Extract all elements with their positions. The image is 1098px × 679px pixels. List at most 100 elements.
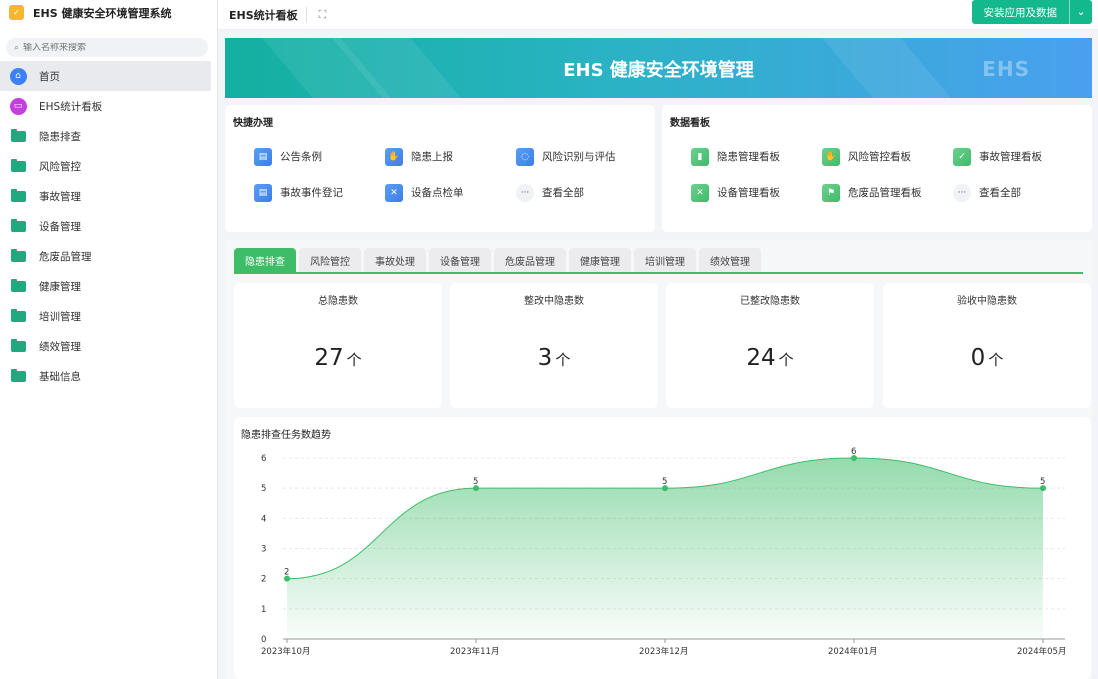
x-tick-label: 2024年05月: [1017, 646, 1066, 657]
monitor-icon: ▭: [9, 97, 27, 115]
sidebar-item-label: 隐患排查: [39, 130, 81, 143]
sidebar-item[interactable]: ▭ EHS统计看板: [0, 91, 211, 121]
folder-icon: [9, 157, 27, 175]
quick-item[interactable]: ··· 查看全部: [516, 183, 647, 202]
y-tick-label: 0: [261, 635, 266, 645]
search-box[interactable]: ⌕: [6, 38, 208, 57]
stat-value: 27: [314, 345, 344, 371]
stat-value: 3: [537, 345, 553, 371]
dashboards-item[interactable]: ✋ 风险管控看板: [822, 147, 953, 166]
stat-card: 已整改隐患数 24 个: [666, 283, 874, 408]
quick-item[interactable]: ✕ 设备点检单: [385, 183, 516, 202]
item-label: 设备管理看板: [717, 187, 780, 199]
chart-svg: 0 1 2 3 4 5 6 2 2023年10月 5 2023年11月 5 2023年12月 6 2024年…: [261, 447, 1066, 657]
install-button-group: 安装应用及数据 ⌄: [971, 0, 1092, 24]
sidebar-item-label: 危废品管理: [39, 250, 92, 263]
sidebar-item[interactable]: 基础信息: [0, 361, 211, 391]
sidebar-item[interactable]: ⌂ 首页: [0, 61, 211, 91]
tab[interactable]: 绩效管理: [699, 248, 761, 272]
dashboards-title: 数据看板: [670, 118, 710, 129]
topbar: EHS统计看板 ⛶ 安装应用及数据 ⌄: [218, 0, 1098, 30]
item-label: 查看全部: [542, 187, 584, 199]
install-button[interactable]: 安装应用及数据: [972, 0, 1070, 24]
trend-chart: 隐患排查任务数趋势 0 1 2 3 4 5 6 2 2023年10月 5 2023年11月 5 2023…: [234, 417, 1091, 679]
item-label: 公告条例: [280, 151, 322, 163]
sidebar-item-label: 风险管控: [39, 160, 81, 173]
stat-value-row: 27 个: [234, 345, 442, 371]
sidebar-item[interactable]: 隐患排查: [0, 121, 211, 151]
item-label: 风险管控看板: [848, 151, 911, 163]
banner-watermark: EHS: [982, 57, 1030, 81]
stat-unit: 个: [988, 351, 1004, 369]
tab[interactable]: 风险管控: [299, 248, 361, 272]
stat-unit: 个: [778, 351, 794, 369]
tab[interactable]: 隐患排查: [234, 248, 296, 272]
more-icon: ···: [953, 183, 971, 202]
sidebar-item[interactable]: 事故管理: [0, 181, 211, 211]
tab-bar: 隐患排查 风险管控 事故处理 设备管理 危废品管理 健康管理 培训管理 绩效管理: [234, 248, 1083, 274]
tab[interactable]: 事故处理: [364, 248, 426, 272]
tab[interactable]: 培训管理: [634, 248, 696, 272]
sidebar-item[interactable]: 危废品管理: [0, 241, 211, 271]
sidebar-item-label: 设备管理: [39, 220, 81, 233]
y-tick-label: 4: [261, 514, 266, 524]
tab[interactable]: 设备管理: [429, 248, 491, 272]
fullscreen-icon[interactable]: ⛶: [319, 8, 327, 22]
sidebar-item[interactable]: 绩效管理: [0, 331, 211, 361]
stat-label: 整改中隐患数: [524, 296, 584, 307]
tab[interactable]: 危废品管理: [494, 248, 566, 272]
quick-actions-card: 快捷办理 ▤ 公告条例 ✋ 隐患上报 ◌ 风险识别与评估 ▤ 事故事件登记 ✕ 设备点检单 ··· 查…: [225, 105, 655, 232]
folder-icon: [9, 187, 27, 205]
data-label: 5: [473, 477, 478, 487]
sidebar-item[interactable]: 培训管理: [0, 301, 211, 331]
y-tick-label: 3: [261, 545, 266, 555]
clipboard-icon: ▤: [254, 183, 272, 202]
stat-label: 验收中隐患数: [957, 296, 1017, 307]
item-label: 事故管理看板: [979, 151, 1042, 163]
flag-icon: ⚑: [822, 183, 840, 202]
sidebar-item[interactable]: 风险管控: [0, 151, 211, 181]
sidebar-item[interactable]: 健康管理: [0, 271, 211, 301]
dashboards-item[interactable]: ▮ 隐患管理看板: [691, 147, 822, 166]
stat-value-row: 3个: [450, 345, 658, 371]
item-label: 危废品管理看板: [848, 187, 922, 199]
tab[interactable]: 健康管理: [569, 248, 631, 272]
quick-item[interactable]: ◌ 风险识别与评估: [516, 147, 647, 166]
dashboards-item[interactable]: ✓ 事故管理看板: [953, 147, 1084, 166]
tools-icon: ✕: [385, 183, 403, 202]
y-tick-label: 6: [261, 454, 266, 464]
stats-panel: 隐患排查 风险管控 事故处理 设备管理 危废品管理 健康管理 培训管理 绩效管理 总隐患数 27…: [225, 240, 1092, 679]
y-tick-label: 1: [261, 605, 266, 615]
folder-icon: [9, 367, 27, 385]
y-tick-label: 5: [261, 484, 266, 494]
stat-value: 0: [970, 345, 986, 371]
bar-chart-icon: ▮: [691, 147, 709, 166]
data-label: 5: [662, 477, 667, 487]
hand-icon: ✋: [385, 147, 403, 166]
more-icon: ···: [516, 183, 534, 202]
quick-actions-title: 快捷办理: [233, 118, 273, 129]
folder-icon: [9, 217, 27, 235]
chevron-down-icon[interactable]: ⌄: [1069, 0, 1092, 24]
home-icon: ⌂: [9, 67, 27, 85]
sidebar-item-label: 培训管理: [39, 310, 81, 323]
quick-item[interactable]: ✋ 隐患上报: [385, 147, 516, 166]
sidebar-item-label: EHS统计看板: [39, 100, 103, 113]
page-tab-title[interactable]: EHS统计看板: [218, 6, 307, 23]
stat-label: 总隐患数: [318, 296, 358, 307]
sidebar-item[interactable]: 设备管理: [0, 211, 211, 241]
folder-icon: [9, 127, 27, 145]
dashboards-item[interactable]: ✕ 设备管理看板: [691, 183, 822, 202]
stat-unit: 个: [555, 351, 571, 369]
search-input[interactable]: [23, 42, 194, 53]
x-tick-label: 2023年11月: [450, 646, 499, 657]
cycle-icon: ◌: [516, 147, 534, 166]
item-label: 事故事件登记: [280, 187, 343, 199]
quick-item[interactable]: ▤ 公告条例: [254, 147, 385, 166]
item-label: 隐患管理看板: [717, 151, 780, 163]
search-icon: ⌕: [14, 42, 20, 53]
dashboards-item[interactable]: ⚑ 危废品管理看板: [822, 183, 953, 202]
folder-icon: [9, 307, 27, 325]
quick-item[interactable]: ▤ 事故事件登记: [254, 183, 385, 202]
dashboards-item[interactable]: ··· 查看全部: [953, 183, 1084, 202]
